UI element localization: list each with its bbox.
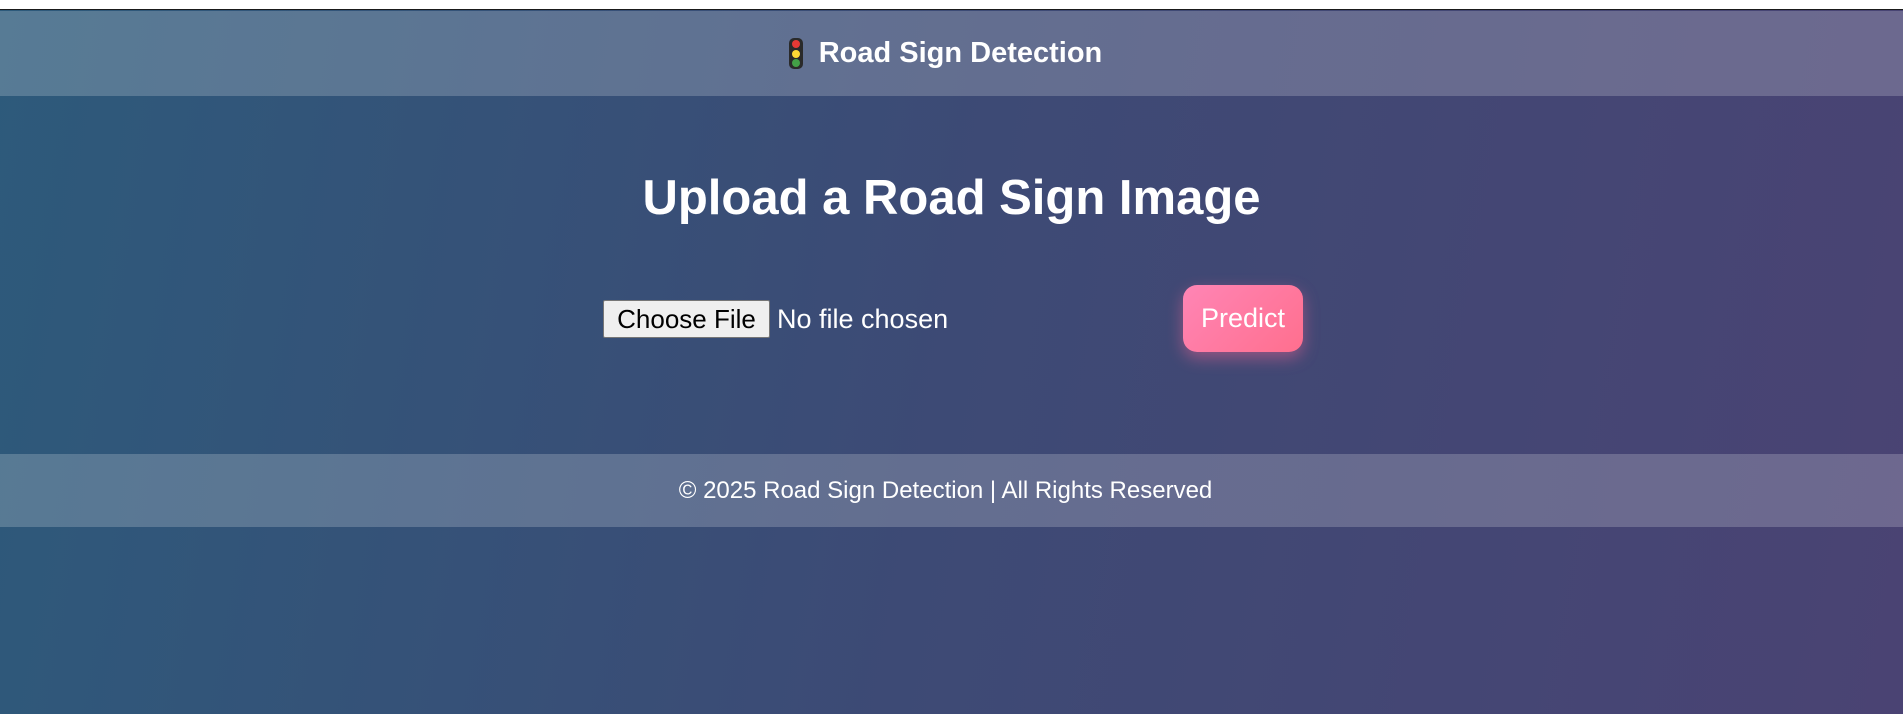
page-title: Upload a Road Sign Image: [642, 171, 1261, 225]
upload-form: Choose File No file chosen Predict: [603, 285, 1303, 352]
choose-file-button[interactable]: Choose File: [603, 300, 770, 338]
predict-button[interactable]: Predict: [1183, 285, 1303, 352]
header-title: Road Sign Detection: [818, 37, 1103, 69]
site-footer: © 2025 Road Sign Detection | All Rights …: [0, 454, 1903, 527]
traffic-light-icon: [788, 38, 803, 69]
window-top-border: [0, 0, 1903, 10]
file-status-text: No file chosen: [777, 304, 949, 334]
site-header: Road Sign Detection: [0, 11, 1903, 96]
header-brand: Road Sign Detection: [788, 37, 1103, 70]
footer-copyright: © 2025 Road Sign Detection | All Rights …: [678, 476, 1213, 504]
